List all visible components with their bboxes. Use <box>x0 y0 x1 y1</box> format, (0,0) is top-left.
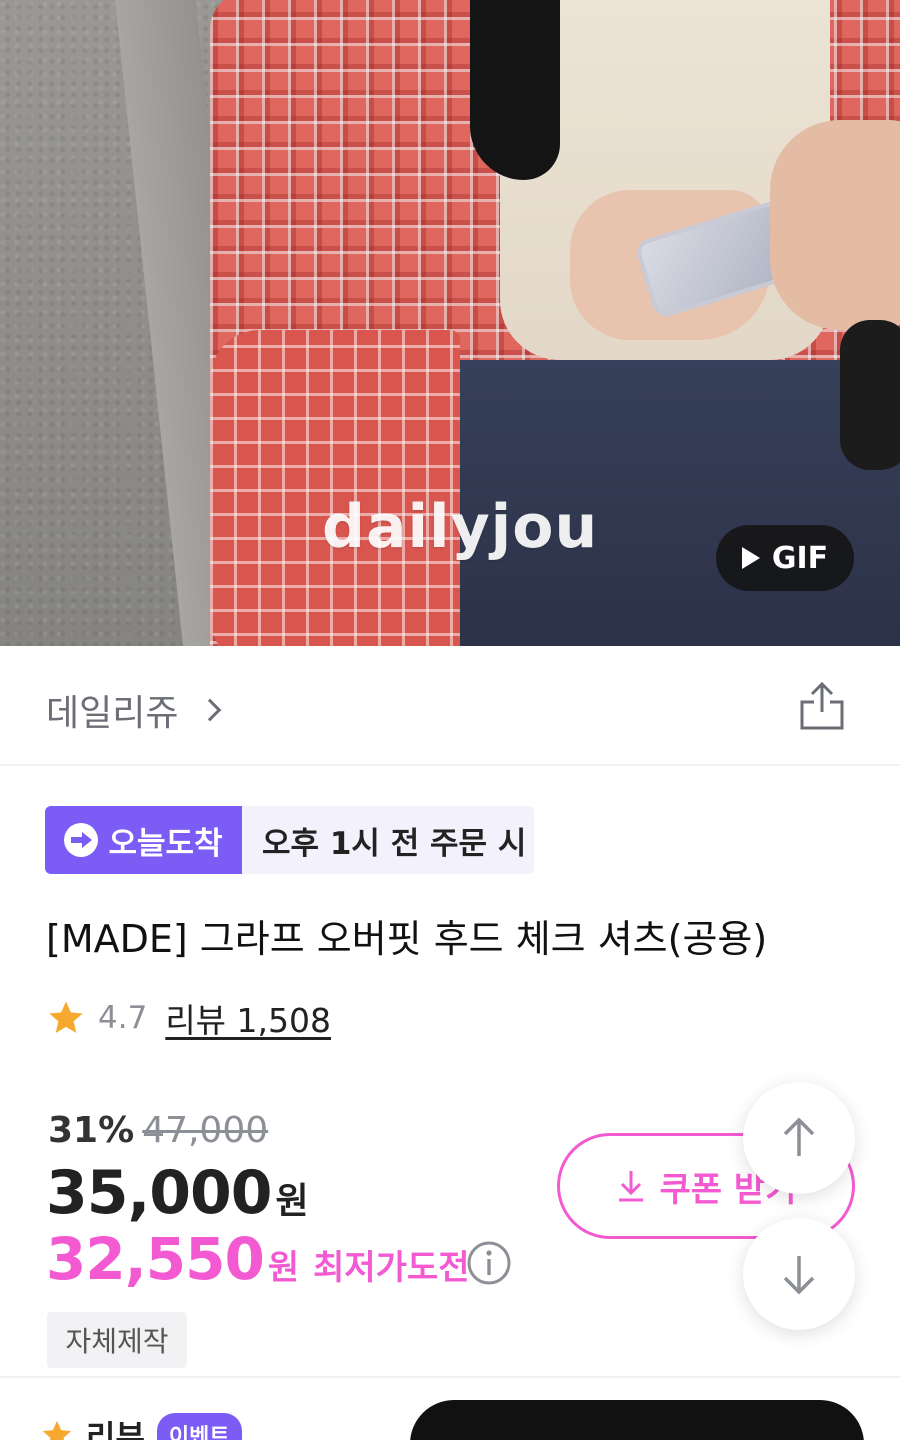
arrow-down-icon <box>783 1256 815 1295</box>
image-watermark: dailyjou <box>322 492 599 562</box>
sale-price-value: 35,000 <box>46 1158 273 1228</box>
brand-row: 데일리쥬 <box>0 646 900 766</box>
product-title: [MADE] 그라프 오버핏 후드 체크 셔츠(공용) <box>46 917 768 961</box>
self-made-tag: 자체제작 <box>47 1312 187 1368</box>
star-icon <box>49 1001 83 1033</box>
review-count-link[interactable]: 리뷰 1,508 <box>165 994 331 1042</box>
arrow-up-icon <box>783 1117 815 1156</box>
best-price-currency: 원 <box>267 1248 300 1288</box>
brand-link[interactable]: 데일리쥬 <box>46 684 222 736</box>
scroll-up-button[interactable] <box>743 1082 855 1194</box>
best-price-label: 최저가도전 <box>313 1248 470 1288</box>
info-icon[interactable] <box>466 1240 512 1286</box>
chevron-right-icon <box>199 698 222 722</box>
hand-right <box>770 120 900 330</box>
discount-row: 31% 47,000 <box>48 1110 268 1151</box>
play-icon <box>741 547 760 569</box>
delivery-badge: 오늘도착 오후 1시 전 주문 시 <box>45 806 534 874</box>
star-icon <box>42 1420 72 1440</box>
sale-price-currency: 원 <box>275 1181 309 1222</box>
review-section-header[interactable]: 리뷰 이벤트 <box>40 1412 242 1440</box>
gif-play-button[interactable]: GIF <box>716 525 854 591</box>
event-badge: 이벤트 <box>156 1413 242 1440</box>
best-price: 32,550 원 최저가도전 <box>46 1225 470 1293</box>
delivery-note: 오후 1시 전 주문 시 <box>242 806 534 874</box>
purchase-button[interactable] <box>410 1400 864 1440</box>
product-image[interactable]: dailyjou GIF <box>0 0 900 646</box>
gif-label: GIF <box>771 540 829 576</box>
brand-name: 데일리쥬 <box>46 693 179 734</box>
download-icon <box>618 1171 643 1202</box>
best-price-value: 32,550 <box>46 1225 265 1293</box>
today-delivery-label: 오늘도착 <box>108 825 223 862</box>
arrow-circle-icon <box>64 823 99 857</box>
section-divider <box>0 1376 900 1378</box>
bag-charm <box>840 320 900 470</box>
scroll-down-button[interactable] <box>743 1218 855 1330</box>
review-section-label: 리뷰 <box>86 1418 145 1440</box>
shirt-sleeve <box>210 330 460 646</box>
discount-rate: 31% <box>48 1110 135 1151</box>
hair <box>470 0 560 180</box>
sale-price: 35,000 원 <box>46 1158 309 1228</box>
today-delivery-tag: 오늘도착 <box>45 806 242 874</box>
rating-row: 4.7 리뷰 1,508 <box>46 994 331 1042</box>
original-price: 47,000 <box>142 1110 269 1151</box>
share-icon[interactable] <box>798 680 846 732</box>
rating-score: 4.7 <box>98 1000 148 1036</box>
